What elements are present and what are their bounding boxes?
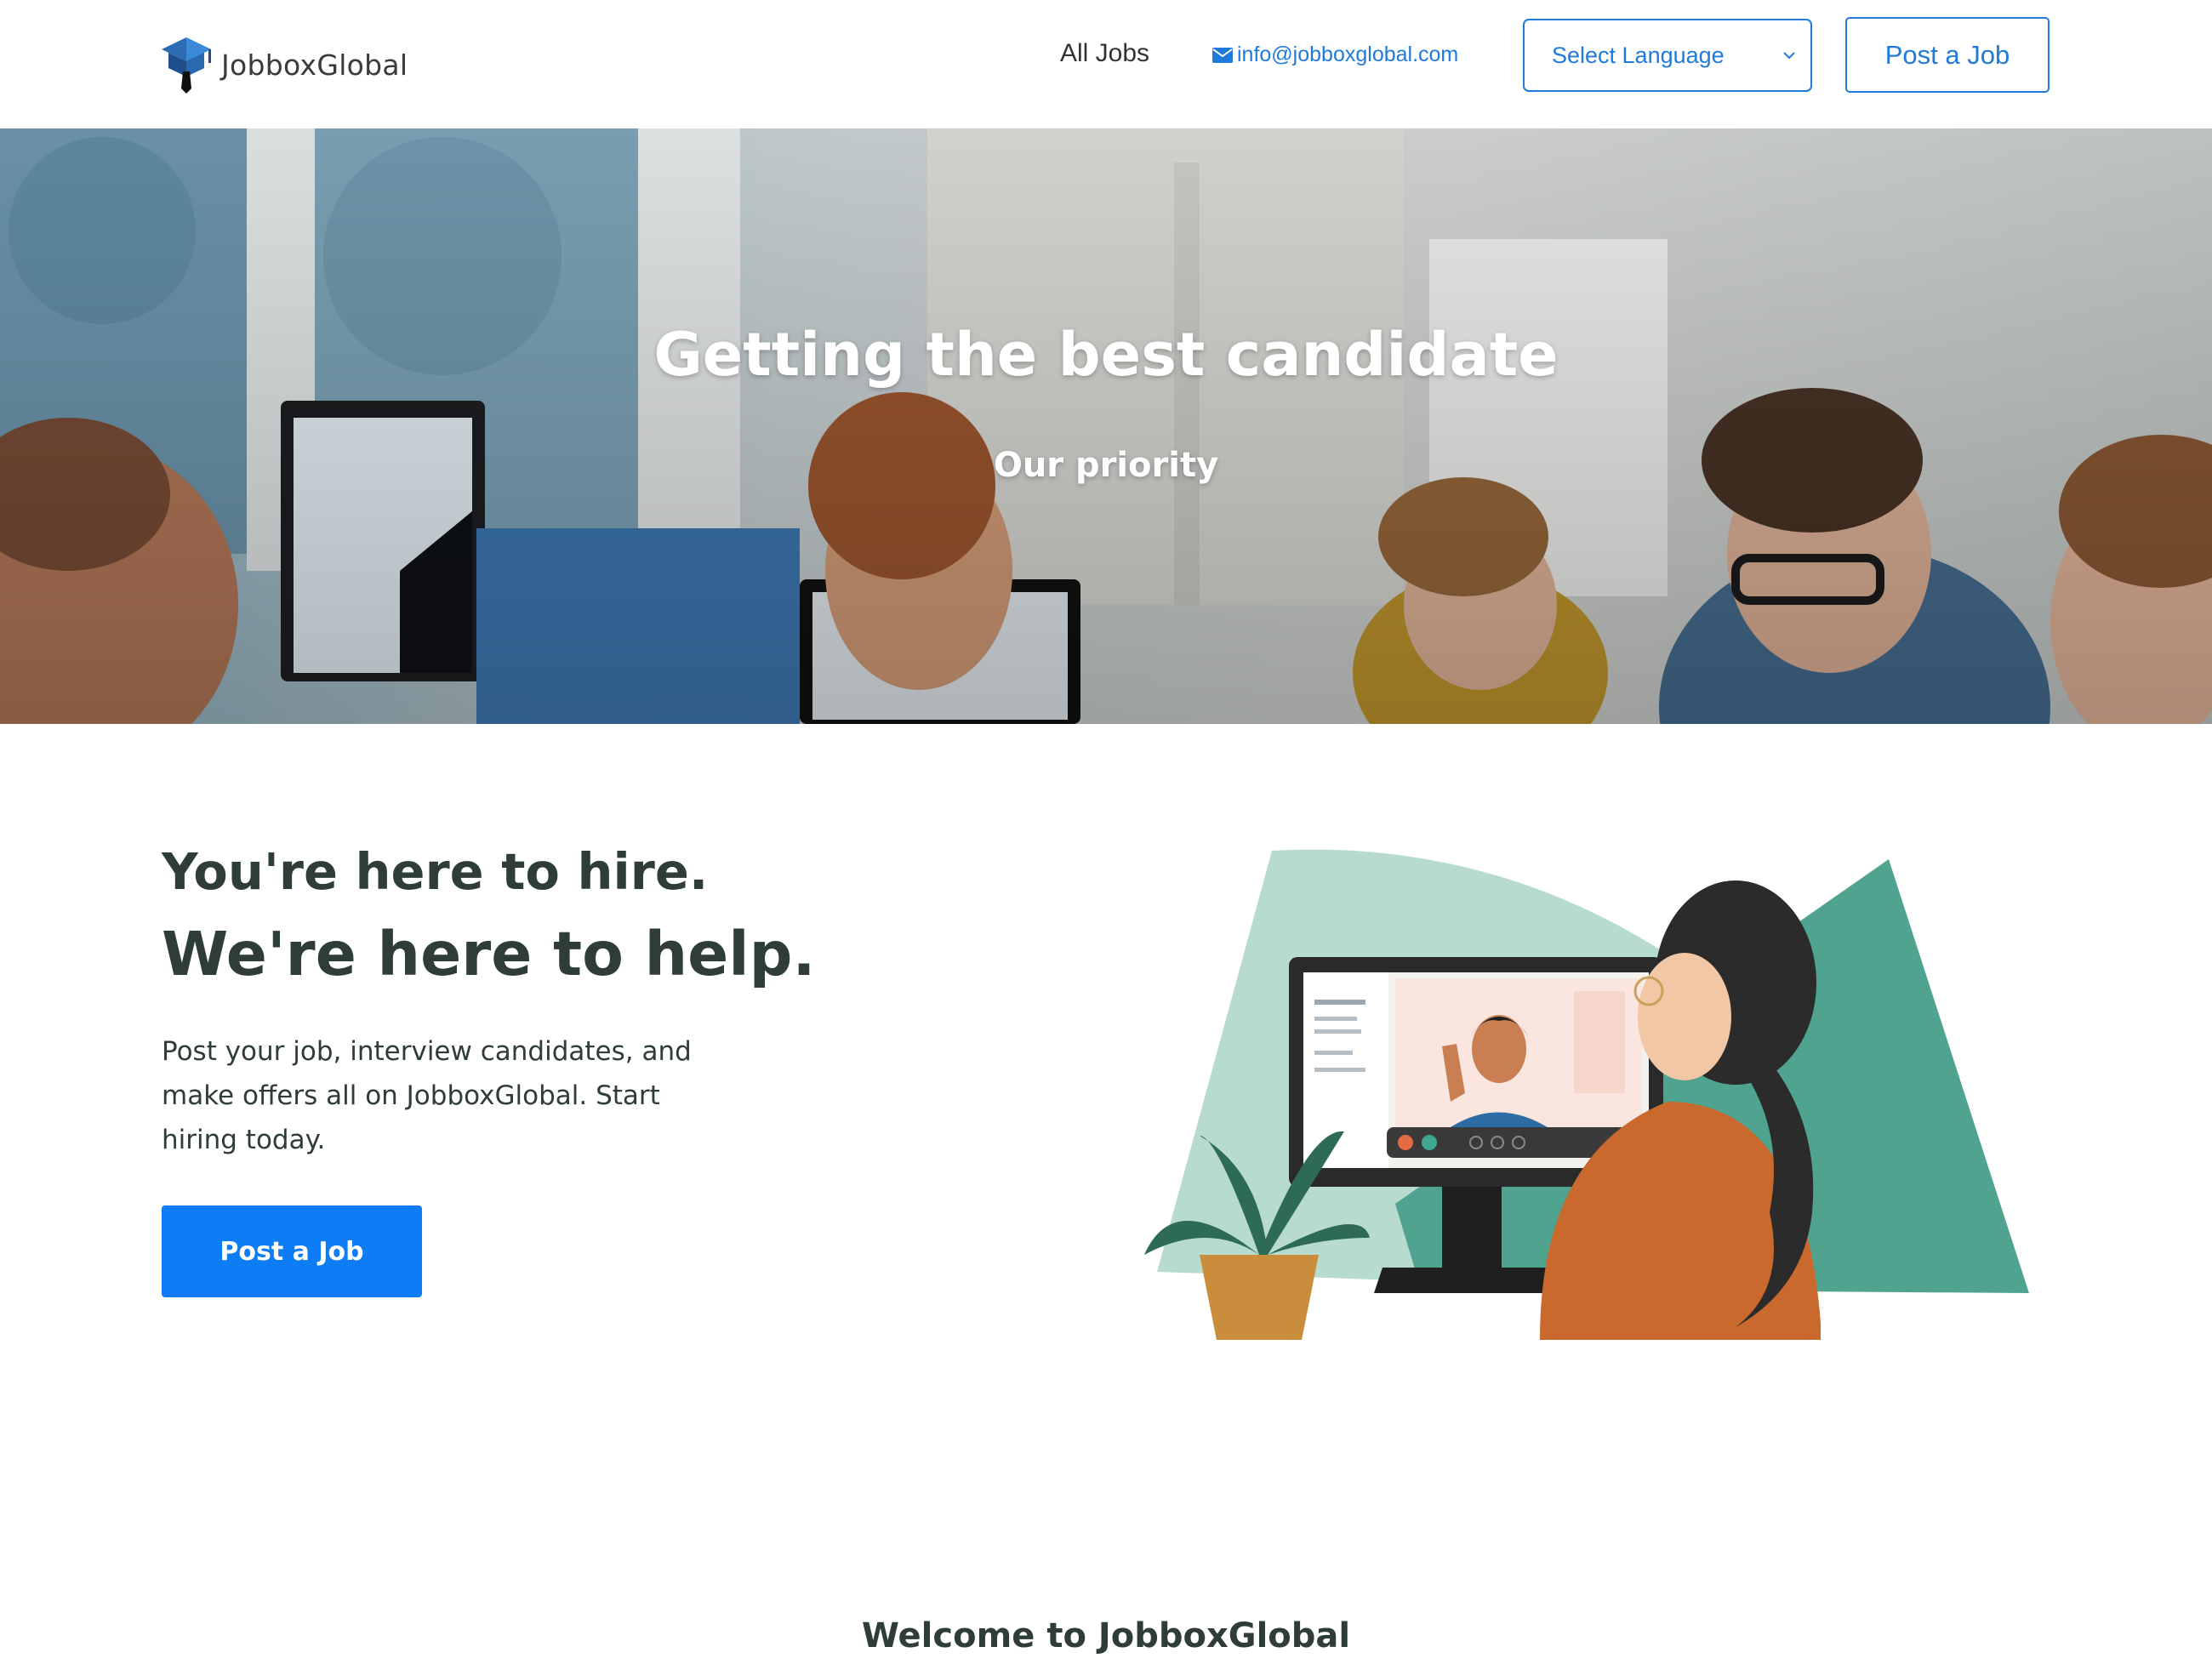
chevron-down-icon <box>1783 52 1795 60</box>
navbar: JobboxGlobal All Jobs info@jobboxglobal.… <box>0 0 2212 128</box>
hero-office-photo <box>0 128 2212 724</box>
header-post-job-button[interactable]: Post a Job <box>1845 17 2050 93</box>
email-address: info@jobboxglobal.com <box>1237 43 1459 66</box>
hire-description-line2: make offers all on JobboxGlobal. Start <box>162 1080 660 1111</box>
hire-heading-line1: You're here to hire. <box>162 842 709 901</box>
nav-all-jobs-link[interactable]: All Jobs <box>1060 39 1149 68</box>
hire-heading-line2: We're here to help. <box>162 919 816 989</box>
hire-description: Post your job, interview candidates, and… <box>162 1029 757 1162</box>
hire-description-line3: hiring today. <box>162 1125 326 1155</box>
hire-post-job-button[interactable]: Post a Job <box>162 1205 422 1297</box>
nav-email-link[interactable]: info@jobboxglobal.com <box>1211 43 1458 67</box>
language-select-value: Select Language <box>1552 42 1725 68</box>
brand-link[interactable]: JobboxGlobal <box>160 32 408 97</box>
hero-subtitle: Our priority <box>993 446 1219 485</box>
hero-title: Getting the best candidate <box>653 320 1559 390</box>
hire-description-line1: Post your job, interview candidates, and <box>162 1036 692 1067</box>
graduation-cap-logo-icon <box>162 37 211 94</box>
welcome-heading: Welcome to JobboxGlobal <box>861 1616 1351 1655</box>
envelope-icon <box>1212 47 1233 63</box>
hero-banner: Getting the best candidate Our priority <box>0 128 2212 724</box>
brand-name: JobboxGlobal <box>221 48 408 82</box>
video-interview-illustration <box>1144 849 2029 1340</box>
language-select[interactable]: Select Language <box>1523 19 1812 92</box>
